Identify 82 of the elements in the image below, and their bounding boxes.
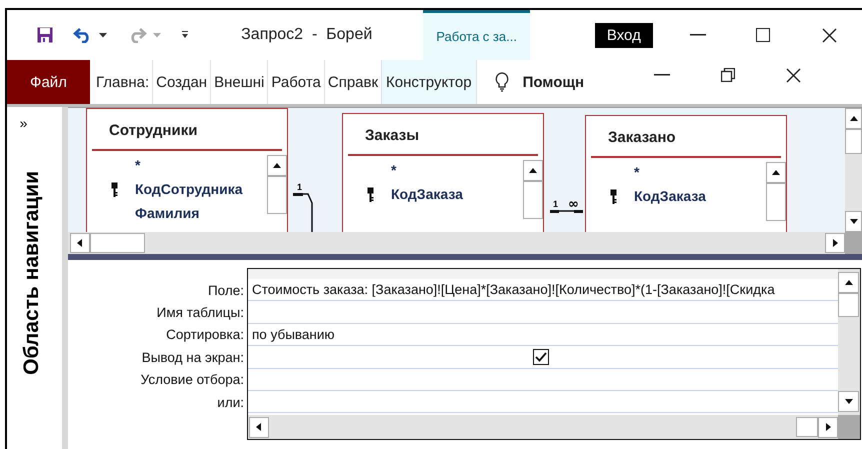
- row-label: Поле:: [208, 282, 244, 300]
- scroll-thumb[interactable]: [267, 176, 287, 214]
- navigation-pane-title[interactable]: Область навигации: [20, 171, 44, 375]
- customize-icon[interactable]: [181, 31, 189, 39]
- key-icon: [610, 188, 617, 204]
- horizontal-scrollbar[interactable]: [248, 415, 838, 439]
- triangle-left-icon: [75, 238, 85, 248]
- context-tab-group: Работа с за...: [423, 10, 530, 60]
- triangle-up-icon: [848, 114, 858, 124]
- table-box[interactable]: Сотрудники * КодСотрудника Фамилия: [86, 108, 288, 232]
- triangle-up-icon: [272, 160, 282, 170]
- triangle-up-icon: [528, 166, 538, 176]
- scroll-up-button[interactable]: [267, 155, 287, 176]
- scrollbar-corner: [838, 415, 860, 439]
- row-label: Имя таблицы:: [156, 304, 244, 322]
- tell-me-search[interactable]: Помощн: [522, 74, 584, 90]
- save-icon[interactable]: [37, 27, 53, 43]
- relationship-label: 1: [297, 182, 302, 192]
- field-name[interactable]: *: [391, 162, 396, 178]
- triangle-up-icon: [771, 168, 781, 178]
- triangle-down-icon: [844, 396, 854, 406]
- window-title: Запрос2 - Борей: [241, 26, 374, 44]
- relationship-line: [293, 193, 313, 232]
- row-label: Сортировка:: [166, 326, 244, 344]
- scroll-right-button[interactable]: [818, 416, 838, 438]
- minimize-icon: [690, 34, 706, 36]
- key-icon: [367, 186, 374, 202]
- relationship-label: ∞: [568, 197, 579, 212]
- scroll-thumb[interactable]: [845, 129, 862, 154]
- relationship-line: [550, 210, 583, 213]
- table-title: Заказы: [348, 114, 538, 156]
- triangle-right-icon: [830, 238, 840, 248]
- scroll-down-button[interactable]: [845, 211, 862, 232]
- field-name[interactable]: *: [634, 164, 640, 180]
- scroll-left-button[interactable]: [249, 416, 269, 438]
- scroll-thumb[interactable]: [838, 293, 859, 317]
- field-name[interactable]: Фамилия: [135, 205, 200, 221]
- relationship-label: 1: [553, 199, 558, 209]
- file-tab[interactable]: Файл: [7, 60, 90, 104]
- minimize-icon: [654, 74, 670, 76]
- triangle-left-icon: [254, 422, 264, 432]
- grid-cell[interactable]: по убыванию: [248, 324, 838, 346]
- field-name[interactable]: КодСотрудника: [135, 181, 243, 197]
- scroll-thumb[interactable]: [796, 417, 818, 437]
- vertical-scrollbar[interactable]: [845, 108, 862, 232]
- scroll-thumb[interactable]: [523, 181, 543, 219]
- table-title: Заказано: [591, 116, 781, 158]
- close-icon: [786, 68, 802, 82]
- show-checkbox[interactable]: [533, 348, 549, 365]
- scroll-up-button[interactable]: [845, 108, 862, 129]
- vertical-scrollbar[interactable]: [838, 269, 860, 415]
- field-name[interactable]: КодЗаказа: [634, 188, 706, 204]
- expand-pane-button[interactable]: »: [20, 107, 28, 131]
- scroll-left-button[interactable]: [70, 233, 90, 253]
- table-box[interactable]: Заказы * КодЗаказа: [342, 113, 544, 232]
- field-name[interactable]: *: [135, 157, 140, 173]
- table-title: Сотрудники: [92, 109, 282, 151]
- row-label: Условие отбора:: [140, 371, 244, 390]
- triangle-right-icon: [823, 422, 833, 432]
- maximize-icon: [756, 28, 770, 42]
- row-label: Вывод на экран:: [142, 348, 244, 367]
- lightbulb-icon[interactable]: [494, 72, 509, 92]
- caret-icon[interactable]: [99, 32, 107, 38]
- key-icon: [111, 182, 118, 196]
- row-label: или:: [217, 394, 244, 412]
- scroll-down-button[interactable]: [838, 391, 859, 412]
- scroll-right-button[interactable]: [825, 233, 845, 253]
- scroll-thumb[interactable]: [766, 183, 786, 221]
- table-box[interactable]: Заказано * КодЗаказа: [585, 115, 787, 232]
- close-icon: [822, 28, 837, 42]
- sign-in-button[interactable]: Вход: [594, 22, 653, 48]
- restore-icon: [720, 68, 735, 82]
- scrollbar-corner: [845, 232, 862, 254]
- horizontal-scrollbar[interactable]: [68, 232, 845, 254]
- scroll-up-button[interactable]: [838, 272, 859, 293]
- field-name[interactable]: КодЗаказа: [391, 186, 463, 202]
- scroll-thumb[interactable]: [90, 233, 145, 253]
- triangle-up-icon: [844, 278, 854, 288]
- grid-cell[interactable]: Стоимость заказа: [Заказано]![Цена]*[Заказано]![Количество]*(1-[Заказано]![Скидка: [248, 279, 838, 302]
- scroll-up-button[interactable]: [523, 160, 543, 181]
- triangle-down-icon: [848, 216, 858, 226]
- scroll-up-button[interactable]: [766, 162, 786, 183]
